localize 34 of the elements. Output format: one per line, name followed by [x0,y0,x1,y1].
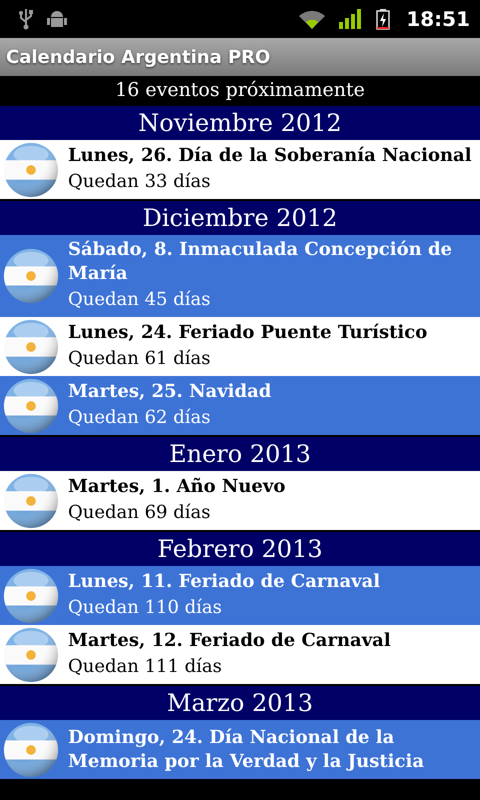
event-row[interactable]: Martes, 25. Navidad Quedan 62 días [0,376,480,435]
event-title: Lunes, 26. Día de la Soberanía Nacional [68,144,473,168]
days-remaining: Quedan 69 días [68,500,212,524]
android-icon [46,8,68,30]
month-header: Noviembre 2012 [0,104,480,140]
days-remaining: Quedan 110 días [68,596,223,620]
event-row[interactable]: Domingo, 24. Día Nacional de la Memoria por la Verdad y la Justicia [0,720,480,779]
app-title: Calendario Argentina PRO [6,46,270,68]
event-title: Lunes, 24. Feriado Puente Turístico [68,320,428,344]
event-title: Domingo, 24. Día Nacional de la Memoria por la Verdad y la Justicia [68,726,425,774]
event-row[interactable]: Sábado, 8. Inmaculada Concepción de María Quedan 45 días [0,235,480,317]
battery-icon [376,8,390,30]
days-remaining: Quedan 61 días [68,346,212,370]
event-title: Martes, 12. Feriado de Carnaval [68,628,392,652]
days-remaining: Quedan 45 días [68,288,212,312]
days-remaining: Quedan 33 días [68,170,212,194]
event-title: Sábado, 8. Inmaculada Concepción de María [68,238,453,286]
wifi-icon [298,8,326,30]
month-header: Marzo 2013 [0,684,480,720]
event-title: Martes, 1. Año Nuevo [68,474,286,498]
event-row[interactable]: Lunes, 24. Feriado Puente Turístico Quedan 61 días [0,317,480,376]
event-row[interactable]: Martes, 12. Feriado de Carnaval Quedan 111 días [0,625,480,684]
event-row[interactable]: Martes, 1. Año Nuevo Quedan 69 días [0,471,480,530]
event-title: Lunes, 11. Feriado de Carnaval [68,570,382,594]
month-header: Diciembre 2012 [0,199,480,235]
event-title: Martes, 25. Navidad [68,380,272,404]
usb-icon [18,8,34,30]
month-header: Enero 2013 [0,435,480,471]
event-row[interactable]: Lunes, 26. Día de la Soberanía Nacional Quedan 33 días [0,140,480,199]
month-header: Febrero 2013 [0,530,480,566]
days-remaining: Quedan 111 días [68,654,223,678]
event-row[interactable]: Lunes, 11. Feriado de Carnaval Quedan 110 días [0,566,480,625]
clock: 18:51 [406,7,470,31]
days-remaining: Quedan 62 días [68,406,212,430]
